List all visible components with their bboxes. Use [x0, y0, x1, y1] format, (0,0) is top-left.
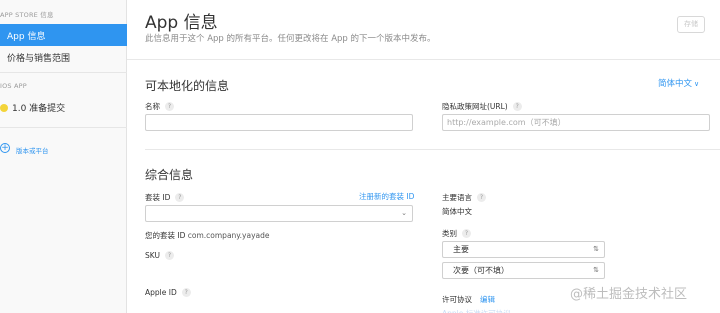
save-button[interactable]: 存储	[677, 16, 705, 33]
help-icon[interactable]: ?	[462, 229, 471, 238]
sidebar-divider	[0, 72, 127, 73]
chevron-updown-icon: ⇅	[593, 266, 599, 274]
sidebar: APP STORE 信息 App 信息 价格与销售范围 IOS APP 1.0 …	[0, 0, 127, 313]
sidebar-item-version[interactable]: 1.0 准备提交	[0, 101, 127, 114]
apple-id-label-text: Apple ID	[145, 288, 177, 297]
privacy-label-text: 隐私政策网址(URL)	[442, 102, 508, 111]
help-icon[interactable]: ?	[165, 102, 174, 111]
section-title-localizable: 可本地化的信息	[145, 79, 230, 93]
sku-label: SKU ?	[145, 251, 174, 260]
divider	[127, 59, 720, 60]
add-platform-link[interactable]: 版本或平台	[16, 145, 49, 155]
sku-label-text: SKU	[145, 251, 160, 260]
license-edit-link[interactable]: 编辑	[480, 294, 495, 305]
apple-id-label: Apple ID ?	[145, 288, 191, 297]
license-label-text: 许可协议	[442, 295, 472, 304]
help-icon[interactable]: ?	[175, 193, 185, 202]
bundle-id-label: 套装 ID ?	[145, 192, 185, 203]
register-bundle-id-link[interactable]: 注册新的套装 ID	[359, 191, 414, 202]
sidebar-item-label: App 信息	[7, 31, 46, 42]
privacy-label: 隐私政策网址(URL) ?	[442, 101, 522, 112]
primary-language-label: 主要语言 ?	[442, 192, 486, 203]
version-status-dot-icon	[0, 103, 8, 112]
help-icon[interactable]: ?	[512, 102, 522, 111]
license-label: 许可协议	[442, 294, 472, 305]
chevron-updown-icon: ⇅	[593, 245, 599, 253]
bundle-id-value: com.company.yayade	[187, 231, 270, 240]
sidebar-item-app-info[interactable]: App 信息	[0, 24, 127, 46]
sidebar-section-ios: IOS APP	[0, 82, 27, 90]
add-icon[interactable]: +	[0, 143, 10, 153]
category-label-text: 类别	[442, 229, 457, 238]
privacy-url-input[interactable]: http://example.com（可不填）	[442, 114, 710, 131]
bundle-id-display: 您的套装 ID com.company.yayade	[145, 230, 270, 241]
secondary-category-value: 次要（可不填）	[453, 266, 509, 275]
bundle-id-select[interactable]: ⌄	[145, 205, 413, 222]
name-input[interactable]	[145, 114, 413, 131]
language-selector[interactable]: 简体中文 ∨	[658, 77, 699, 89]
name-label: 名称 ?	[145, 101, 174, 112]
help-icon[interactable]: ?	[181, 288, 191, 297]
chevron-down-icon: ∨	[694, 80, 700, 88]
sidebar-section-appstore: APP STORE 信息	[0, 11, 54, 19]
help-icon[interactable]: ?	[164, 251, 174, 260]
category-label: 类别 ?	[442, 228, 471, 239]
privacy-url-placeholder: http://example.com（可不填）	[447, 118, 566, 127]
bundle-id-label-text: 套装 ID	[145, 193, 171, 202]
page-subtitle: 此信息用于这个 App 的所有平台。任何更改将在 App 的下一个版本中发布。	[145, 34, 436, 44]
primary-language-value: 简体中文	[442, 207, 472, 216]
section-title-general: 综合信息	[145, 168, 194, 182]
sidebar-divider	[0, 127, 127, 128]
language-label: 简体中文	[658, 79, 693, 89]
secondary-category-select[interactable]: 次要（可不填） ⇅	[442, 262, 605, 279]
license-value-cutoff[interactable]: Apple 标准许可协议	[442, 308, 522, 313]
sidebar-item-label: 1.0 准备提交	[12, 104, 66, 114]
bundle-id-prefix: 您的套装 ID	[145, 231, 186, 240]
name-label-text: 名称	[145, 102, 160, 111]
primary-category-select[interactable]: 主要 ⇅	[442, 241, 605, 258]
primary-category-value: 主要	[453, 245, 469, 254]
primary-language-label-text: 主要语言	[442, 193, 472, 202]
watermark: @稀土掘金技术社区	[570, 287, 688, 302]
help-icon[interactable]: ?	[477, 193, 486, 202]
sidebar-item-label: 价格与销售范围	[7, 54, 71, 64]
divider	[145, 149, 720, 150]
chevron-down-icon: ⌄	[401, 209, 407, 217]
sidebar-item-pricing[interactable]: 价格与销售范围	[0, 51, 127, 64]
page-title: App 信息	[145, 13, 218, 33]
